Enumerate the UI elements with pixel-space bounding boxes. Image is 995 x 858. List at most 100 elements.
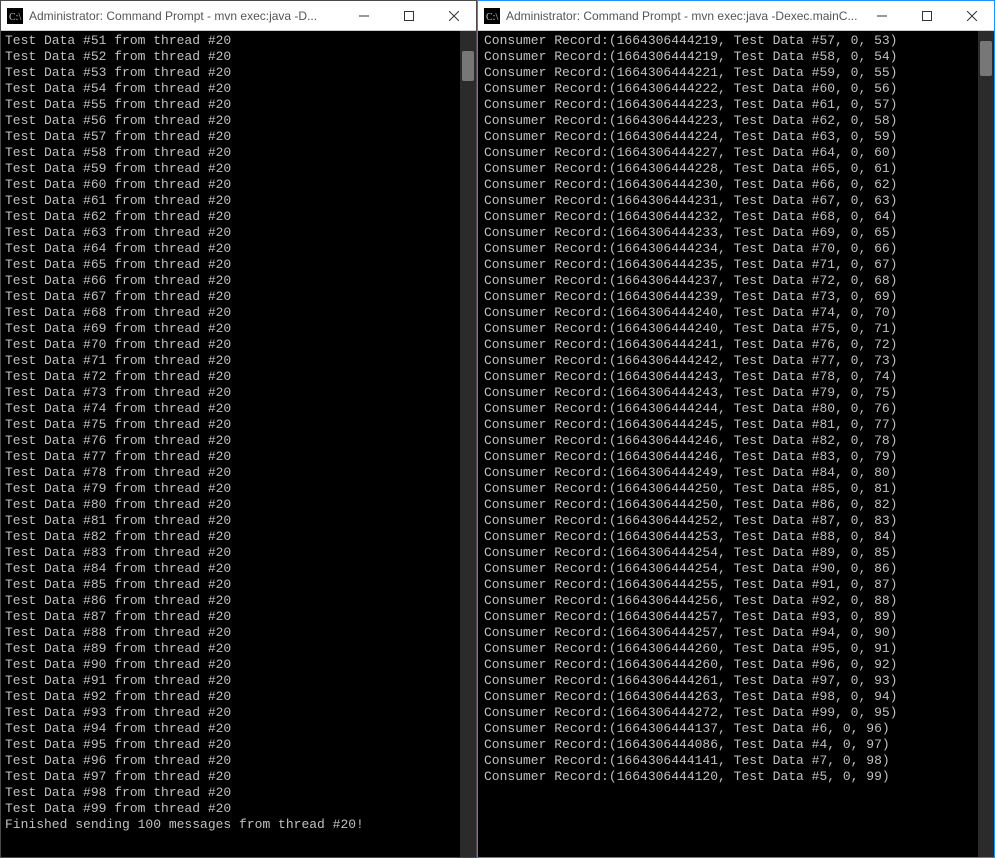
console-line: Test Data #65 from thread #20	[5, 257, 472, 273]
console-line: Finished sending 100 messages from threa…	[5, 817, 472, 833]
console-line: Test Data #51 from thread #20	[5, 33, 472, 49]
console-line: Consumer Record:(1664306444241, Test Dat…	[482, 337, 990, 353]
console-line: Consumer Record:(1664306444120, Test Dat…	[482, 769, 990, 785]
console-line: Test Data #64 from thread #20	[5, 241, 472, 257]
minimize-button[interactable]	[341, 1, 386, 30]
console-line: Consumer Record:(1664306444243, Test Dat…	[482, 369, 990, 385]
console-output[interactable]: Test Data #51 from thread #20Test Data #…	[1, 31, 476, 857]
console-line: Consumer Record:(1664306444240, Test Dat…	[482, 321, 990, 337]
console-output[interactable]: Consumer Record:(1664306444219, Test Dat…	[478, 31, 994, 857]
console-line: Consumer Record:(1664306444256, Test Dat…	[482, 593, 990, 609]
console-line: Test Data #73 from thread #20	[5, 385, 472, 401]
console-line: Consumer Record:(1664306444249, Test Dat…	[482, 465, 990, 481]
console-line: Consumer Record:(1664306444253, Test Dat…	[482, 529, 990, 545]
console-line: Consumer Record:(1664306444257, Test Dat…	[482, 625, 990, 641]
console-line: Test Data #60 from thread #20	[5, 177, 472, 193]
console-line: Test Data #72 from thread #20	[5, 369, 472, 385]
console-line: Test Data #77 from thread #20	[5, 449, 472, 465]
console-line: Consumer Record:(1664306444221, Test Dat…	[482, 65, 990, 81]
console-line: Test Data #94 from thread #20	[5, 721, 472, 737]
console-line: Consumer Record:(1664306444237, Test Dat…	[482, 273, 990, 289]
console-line: Consumer Record:(1664306444086, Test Dat…	[482, 737, 990, 753]
cmd-icon: C:\	[484, 8, 500, 24]
console-line: Test Data #55 from thread #20	[5, 97, 472, 113]
scrollbar[interactable]	[460, 31, 476, 857]
console-line: Consumer Record:(1664306444240, Test Dat…	[482, 305, 990, 321]
console-line: Consumer Record:(1664306444254, Test Dat…	[482, 561, 990, 577]
console-line: Consumer Record:(1664306444250, Test Dat…	[482, 497, 990, 513]
console-line: Consumer Record:(1664306444246, Test Dat…	[482, 449, 990, 465]
console-line: Test Data #62 from thread #20	[5, 209, 472, 225]
close-button[interactable]	[949, 1, 994, 30]
console-line: Test Data #59 from thread #20	[5, 161, 472, 177]
console-line: Test Data #70 from thread #20	[5, 337, 472, 353]
console-line: Test Data #67 from thread #20	[5, 289, 472, 305]
console-line: Test Data #69 from thread #20	[5, 321, 472, 337]
console-line: Test Data #92 from thread #20	[5, 689, 472, 705]
console-line: Consumer Record:(1664306444230, Test Dat…	[482, 177, 990, 193]
console-line: Test Data #97 from thread #20	[5, 769, 472, 785]
console-line: Test Data #79 from thread #20	[5, 481, 472, 497]
console-line: Test Data #83 from thread #20	[5, 545, 472, 561]
console-line: Consumer Record:(1664306444254, Test Dat…	[482, 545, 990, 561]
console-line: Consumer Record:(1664306444252, Test Dat…	[482, 513, 990, 529]
desktop: C:\ Administrator: Command Prompt - mvn …	[0, 0, 995, 858]
console-line: Test Data #84 from thread #20	[5, 561, 472, 577]
maximize-button[interactable]	[386, 1, 431, 30]
console-line: Test Data #56 from thread #20	[5, 113, 472, 129]
console-line: Test Data #90 from thread #20	[5, 657, 472, 673]
scroll-thumb[interactable]	[462, 51, 474, 81]
console-line: Consumer Record:(1664306444232, Test Dat…	[482, 209, 990, 225]
console-line: Consumer Record:(1664306444223, Test Dat…	[482, 97, 990, 113]
console-line: Test Data #53 from thread #20	[5, 65, 472, 81]
console-line: Test Data #66 from thread #20	[5, 273, 472, 289]
svg-text:C:\: C:\	[9, 12, 21, 23]
close-button[interactable]	[431, 1, 476, 30]
console-line: Test Data #58 from thread #20	[5, 145, 472, 161]
window-title: Administrator: Command Prompt - mvn exec…	[506, 9, 857, 23]
console-line: Consumer Record:(1664306444224, Test Dat…	[482, 129, 990, 145]
console-line: Consumer Record:(1664306444235, Test Dat…	[482, 257, 990, 273]
console-line: Consumer Record:(1664306444245, Test Dat…	[482, 417, 990, 433]
console-line: Test Data #74 from thread #20	[5, 401, 472, 417]
console-line: Test Data #85 from thread #20	[5, 577, 472, 593]
console-line: Consumer Record:(1664306444233, Test Dat…	[482, 225, 990, 241]
console-line: Consumer Record:(1664306444242, Test Dat…	[482, 353, 990, 369]
minimize-button[interactable]	[859, 1, 904, 30]
console-line: Consumer Record:(1664306444219, Test Dat…	[482, 33, 990, 49]
console-line: Test Data #52 from thread #20	[5, 49, 472, 65]
console-line: Test Data #54 from thread #20	[5, 81, 472, 97]
console-line: Test Data #89 from thread #20	[5, 641, 472, 657]
console-line: Test Data #96 from thread #20	[5, 753, 472, 769]
console-line: Consumer Record:(1664306444257, Test Dat…	[482, 609, 990, 625]
window-title: Administrator: Command Prompt - mvn exec…	[29, 9, 317, 23]
console-line: Consumer Record:(1664306444228, Test Dat…	[482, 161, 990, 177]
scrollbar[interactable]	[978, 31, 994, 857]
console-line: Test Data #86 from thread #20	[5, 593, 472, 609]
cmd-window-producer: C:\ Administrator: Command Prompt - mvn …	[0, 0, 477, 858]
svg-text:C:\: C:\	[486, 12, 498, 23]
console-line: Test Data #82 from thread #20	[5, 529, 472, 545]
console-line: Test Data #87 from thread #20	[5, 609, 472, 625]
console-line: Consumer Record:(1664306444243, Test Dat…	[482, 385, 990, 401]
console-line: Test Data #75 from thread #20	[5, 417, 472, 433]
console-line: Consumer Record:(1664306444227, Test Dat…	[482, 145, 990, 161]
console-line: Test Data #93 from thread #20	[5, 705, 472, 721]
console-line: Consumer Record:(1664306444137, Test Dat…	[482, 721, 990, 737]
console-line: Consumer Record:(1664306444223, Test Dat…	[482, 113, 990, 129]
scroll-thumb[interactable]	[980, 41, 992, 76]
console-line: Test Data #63 from thread #20	[5, 225, 472, 241]
console-line: Consumer Record:(1664306444244, Test Dat…	[482, 401, 990, 417]
console-line: Consumer Record:(1664306444260, Test Dat…	[482, 657, 990, 673]
console-line: Consumer Record:(1664306444222, Test Dat…	[482, 81, 990, 97]
console-line: Test Data #71 from thread #20	[5, 353, 472, 369]
cmd-icon: C:\	[7, 8, 23, 24]
titlebar[interactable]: C:\ Administrator: Command Prompt - mvn …	[1, 1, 476, 31]
maximize-button[interactable]	[904, 1, 949, 30]
console-line: Consumer Record:(1664306444255, Test Dat…	[482, 577, 990, 593]
console-line: Consumer Record:(1664306444260, Test Dat…	[482, 641, 990, 657]
console-line: Consumer Record:(1664306444141, Test Dat…	[482, 753, 990, 769]
titlebar[interactable]: C:\ Administrator: Command Prompt - mvn …	[478, 1, 994, 31]
console-line: Test Data #76 from thread #20	[5, 433, 472, 449]
cmd-window-consumer: C:\ Administrator: Command Prompt - mvn …	[477, 0, 995, 858]
